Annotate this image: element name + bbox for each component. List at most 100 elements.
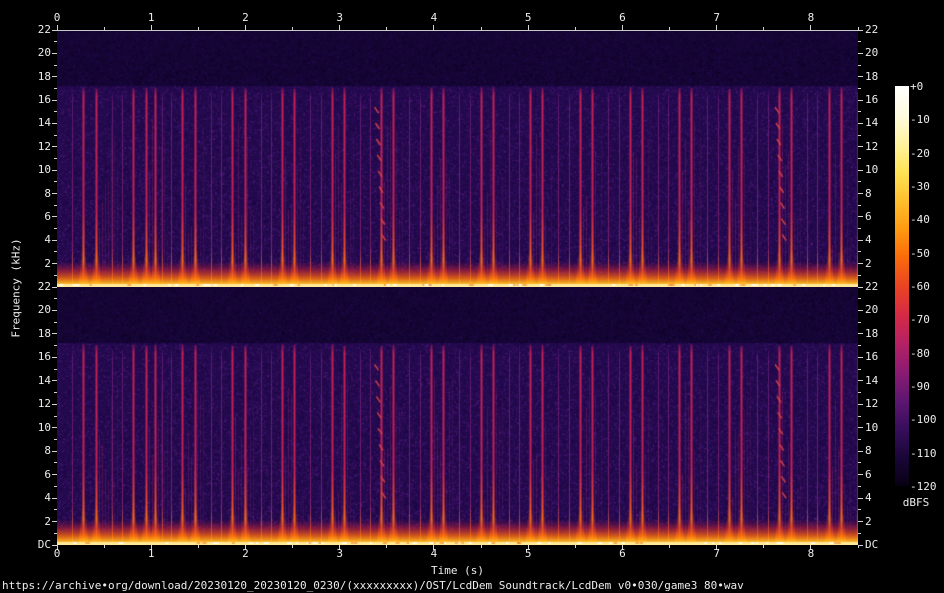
time-tick-label: 4 [430,11,438,24]
time-tick [763,545,765,548]
time-tick [103,27,105,30]
freq-tick [858,263,863,265]
freq-tick [858,146,863,148]
freq-tick-label: 18 [865,69,879,83]
colorbar-tick-label: -110 [910,446,937,460]
freq-tick [858,380,863,382]
freq-tick-label: 2 [44,514,51,528]
time-tick-label: 2 [242,547,249,560]
freq-tick [52,52,57,54]
freq-tick-label: 2 [44,256,51,270]
freq-tick-label: 16 [865,93,879,107]
freq-minor-tick [54,274,57,276]
time-tick-label: 6 [619,547,626,560]
freq-tick-label: 2 [865,256,872,270]
spectrogram-canvas-channel-1 [57,30,858,287]
time-tick [480,27,482,30]
time-tick-label: 1 [147,547,155,560]
freq-tick-label: 10 [37,420,51,434]
freq-minor-tick [54,462,57,464]
colorbar-tick-label: -30 [910,180,930,193]
time-tick-label: 5 [524,11,532,24]
freq-tick-label: DC [865,538,879,551]
freq-minor-tick [858,41,861,43]
time-tick [386,27,388,30]
time-tick-label: 3 [336,11,344,24]
freq-tick [52,356,57,358]
freq-tick-label: 14 [865,116,879,130]
freq-tick-label: 20 [865,46,879,60]
time-tick-label: 0 [53,11,61,24]
colorbar-tick-label: -80 [910,346,930,360]
time-tick [810,25,812,30]
freq-minor-tick [858,392,861,394]
freq-minor-tick [858,368,861,370]
freq-minor-tick [858,462,861,464]
freq-minor-tick [858,532,861,534]
freq-tick-label: 12 [865,139,879,153]
freq-tick-label: 18 [865,326,879,340]
time-tick-label: 2 [242,11,249,24]
freq-tick [52,239,57,241]
freq-minor-tick [54,228,57,230]
freq-tick-label: 8 [44,186,51,200]
freq-tick-label: 2 [865,514,872,528]
time-tick-label: 1 [147,11,155,24]
time-tick [244,25,246,30]
freq-tick [858,309,863,311]
colorbar-tick-label: -100 [910,413,937,427]
colorbar-tick-label: -20 [910,146,930,160]
freq-minor-tick [54,485,57,487]
freq-tick-label: 6 [44,467,51,481]
time-tick [339,25,341,30]
freq-minor-tick [54,134,57,136]
time-tick-label: 6 [619,11,626,24]
freq-tick-label: 16 [37,93,51,107]
colorbar-tick-label: -120 [910,480,937,493]
time-tick [716,25,718,30]
freq-minor-tick [54,251,57,253]
colorbar-tick-label: -40 [910,213,930,227]
freq-minor-tick [54,368,57,370]
freq-tick [858,99,863,101]
freq-tick [52,122,57,124]
freq-tick-label: 18 [37,69,51,83]
time-tick [621,25,623,30]
spectrogram-channel-1 [57,30,858,287]
freq-tick [858,193,863,195]
time-tick-label: 8 [807,11,815,24]
freq-tick [858,286,863,288]
freq-minor-tick [858,485,861,487]
freq-minor-tick [54,158,57,159]
freq-tick [858,29,863,31]
time-tick-label: 3 [336,547,344,560]
freq-minor-tick [54,87,57,89]
freq-minor-tick [54,204,57,206]
time-tick [292,27,294,30]
freq-minor-tick [858,321,861,323]
freq-tick-label: 22 [37,23,51,36]
time-tick [103,545,105,548]
freq-tick-label: DC [37,538,51,551]
freq-tick [858,356,863,358]
freq-tick [858,52,863,54]
freq-tick-label: 20 [865,303,879,317]
freq-tick [52,286,57,288]
freq-tick [858,122,863,124]
freq-minor-tick [54,392,57,394]
time-tick [386,545,388,548]
freq-minor-tick [858,415,861,417]
freq-tick [858,169,863,171]
freq-minor-tick [54,532,57,534]
freq-tick [52,76,57,78]
freq-tick [858,450,863,452]
freq-tick [858,76,863,78]
spectrogram-canvas-channel-2 [57,287,858,545]
colorbar-tick-label: -90 [910,380,930,393]
spectrogram-channel-2 [57,287,858,545]
freq-minor-tick [858,204,861,206]
freq-tick-label: 14 [37,116,51,130]
colorbar-tick-label: -10 [910,113,930,127]
freq-tick-label: 22 [865,23,879,36]
freq-tick-label: 4 [44,233,51,247]
